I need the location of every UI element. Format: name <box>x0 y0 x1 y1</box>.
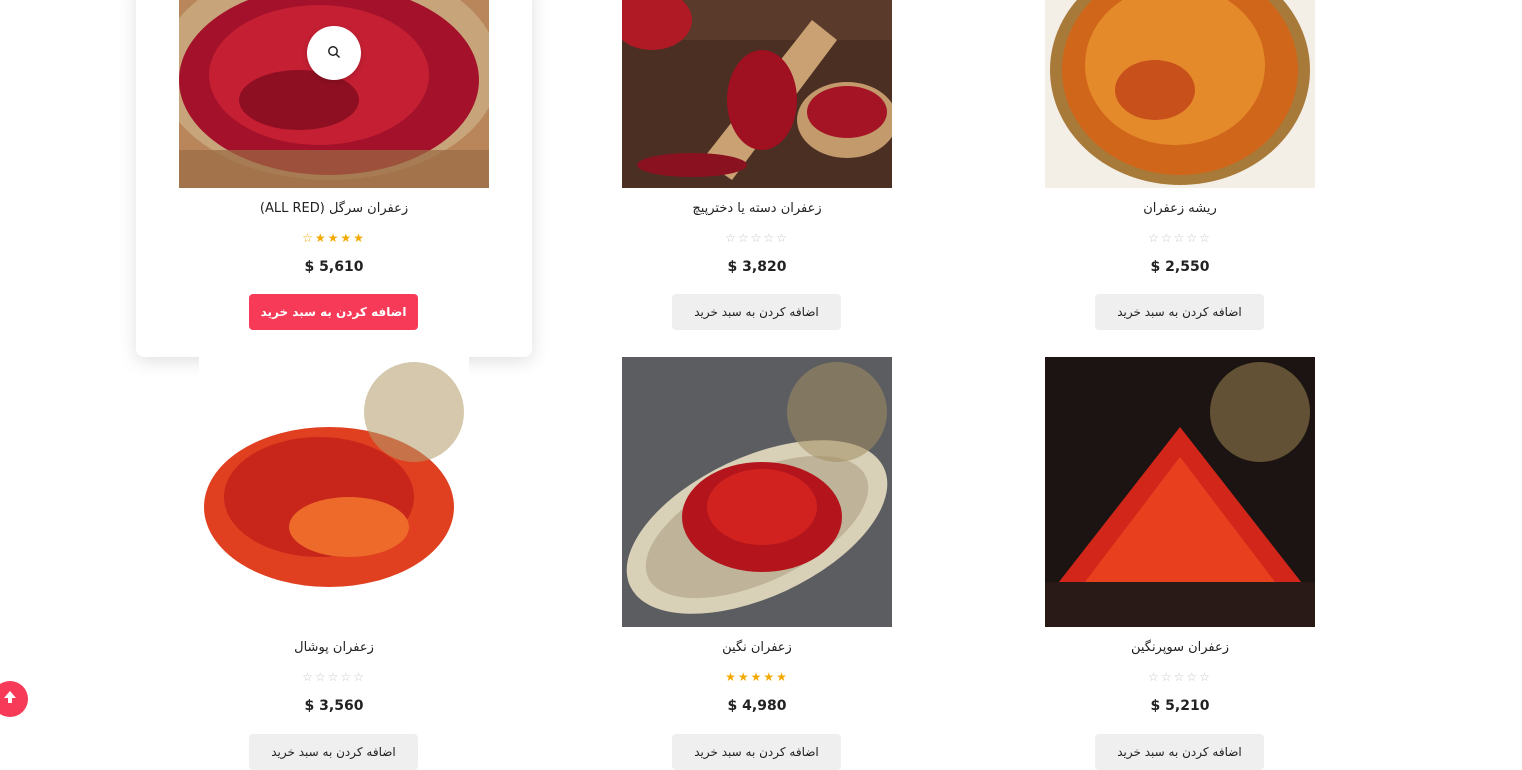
product-title[interactable]: زعفران نگین <box>559 640 955 655</box>
add-to-cart-button[interactable]: اضافه کردن به سبد خرید <box>672 294 841 330</box>
product-title[interactable]: ریشه زعفران <box>982 201 1378 216</box>
product-price: $ 3,560 <box>304 698 364 714</box>
add-to-cart-button[interactable]: اضافه کردن به سبد خرید <box>1095 294 1264 330</box>
product-title[interactable]: زعفران دسته یا دخترپیچ <box>559 201 955 216</box>
product-title[interactable]: زعفران پوشال <box>136 640 532 655</box>
scroll-top-button[interactable] <box>0 681 28 717</box>
product-price: $ 3,820 <box>727 259 787 275</box>
product-image[interactable] <box>622 0 892 188</box>
product-card[interactable]: زعفران سوپرنگین ☆☆☆☆☆ $ 5,210 اضافه کردن… <box>982 357 1378 770</box>
product-card[interactable]: زعفران نگین ★★★★★ $ 4,980 اضافه کردن به … <box>559 357 955 770</box>
quick-view-button[interactable] <box>307 26 361 80</box>
arrow-up-icon <box>2 689 18 710</box>
product-price: $ 4,980 <box>727 698 787 714</box>
product-price: $ 5,610 <box>304 259 364 275</box>
product-card[interactable]: زعفران سرگل (ALL RED) ☆★★★★ $ 5,610 اضاف… <box>136 0 532 357</box>
product-price: $ 2,550 <box>1150 259 1210 275</box>
rating-stars: ☆☆☆☆☆ <box>1148 670 1212 684</box>
rating-stars: ☆☆☆☆☆ <box>302 670 366 684</box>
search-icon <box>327 44 341 63</box>
product-image[interactable] <box>622 357 892 627</box>
rating-stars: ☆★★★★ <box>302 231 366 245</box>
product-image[interactable] <box>199 357 469 627</box>
product-title[interactable]: زعفران سوپرنگین <box>982 640 1378 655</box>
add-to-cart-button[interactable]: اضافه کردن به سبد خرید <box>672 734 841 770</box>
rating-stars: ★★★★★ <box>725 670 789 684</box>
product-card[interactable]: ریشه زعفران ☆☆☆☆☆ $ 2,550 اضافه کردن به … <box>982 0 1378 357</box>
product-image[interactable] <box>1045 357 1315 627</box>
rating-stars: ☆☆☆☆☆ <box>1148 231 1212 245</box>
add-to-cart-button[interactable]: اضافه کردن به سبد خرید <box>249 294 418 330</box>
product-title[interactable]: زعفران سرگل (ALL RED) <box>136 201 532 216</box>
product-card[interactable]: زعفران پوشال ☆☆☆☆☆ $ 3,560 اضافه کردن به… <box>136 357 532 770</box>
add-to-cart-button[interactable]: اضافه کردن به سبد خرید <box>249 734 418 770</box>
product-image[interactable] <box>1045 0 1315 188</box>
product-price: $ 5,210 <box>1150 698 1210 714</box>
rating-stars: ☆☆☆☆☆ <box>725 231 789 245</box>
add-to-cart-button[interactable]: اضافه کردن به سبد خرید <box>1095 734 1264 770</box>
product-card[interactable]: زعفران دسته یا دخترپیچ ☆☆☆☆☆ $ 3,820 اضا… <box>559 0 955 357</box>
